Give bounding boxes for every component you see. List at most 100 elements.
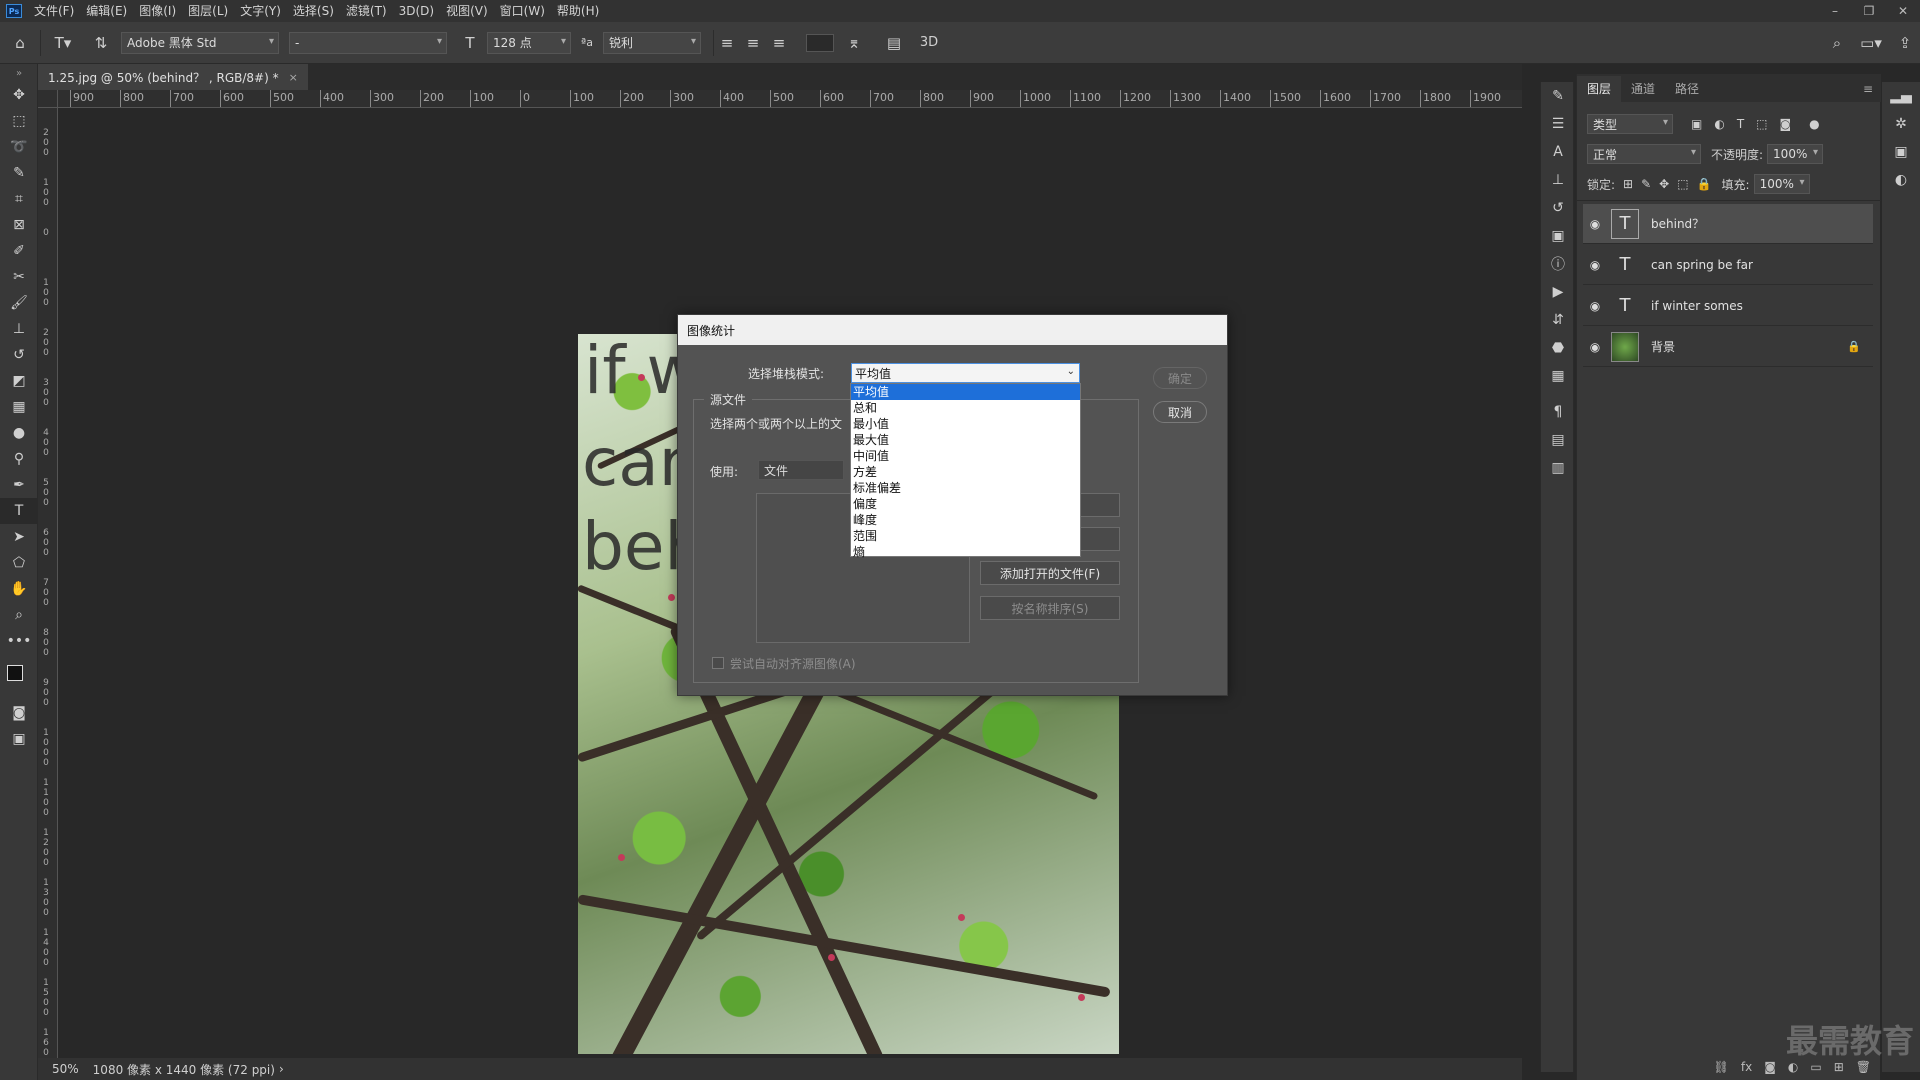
collapse-icon[interactable]: » — [0, 64, 38, 82]
dialog-title-bar[interactable]: 图像统计 — [678, 315, 1227, 345]
restore-button[interactable]: ❐ — [1852, 0, 1886, 22]
dropdown-option-kurtosis[interactable]: 峰度 — [851, 512, 1080, 528]
ok-button[interactable]: 确定 — [1153, 367, 1207, 389]
align-center-icon[interactable]: ≡ — [740, 34, 766, 52]
align-left-icon[interactable]: ≡ — [714, 34, 740, 52]
adjustments-icon[interactable]: ☰ — [1541, 110, 1575, 138]
hand-tool-icon[interactable]: ✋ — [0, 576, 38, 602]
delete-layer-icon[interactable]: 🗑 — [1856, 1060, 1871, 1074]
blend-mode-select[interactable]: 正常 ▾ — [1587, 144, 1701, 164]
new-group-icon[interactable]: ▭ — [1810, 1060, 1821, 1074]
color-swatches[interactable] — [0, 654, 38, 700]
histogram-icon[interactable]: ▂▄ — [1882, 82, 1920, 110]
3d-icon[interactable]: ⬣ — [1541, 334, 1575, 362]
layer-row[interactable]: ◉ 背景 🔒 — [1583, 327, 1873, 367]
quick-select-tool-icon[interactable]: ✎ — [0, 160, 38, 186]
visibility-eye-icon[interactable]: ◉ — [1583, 299, 1607, 313]
minimize-button[interactable]: – — [1818, 0, 1852, 22]
styles-icon[interactable]: ▣ — [1541, 222, 1575, 250]
history-icon[interactable]: ↺ — [1541, 194, 1575, 222]
dropdown-option-sum[interactable]: 总和 — [851, 400, 1080, 416]
move-tool-icon[interactable]: ✥ — [0, 82, 38, 108]
layer-row[interactable]: ◉ T behind？ — [1583, 204, 1873, 244]
tab-layers[interactable]: 图层 — [1577, 76, 1622, 102]
text-orientation-icon[interactable]: ⇅ — [85, 34, 117, 52]
quick-mask-icon[interactable]: ◙ — [0, 700, 38, 726]
visibility-eye-icon[interactable]: ◉ — [1583, 340, 1607, 354]
filter-smart-object-icon[interactable]: ◙ — [1780, 117, 1792, 131]
panel-menu-icon[interactable]: ≡ — [1855, 76, 1881, 102]
pen-tool-icon[interactable]: ✒ — [0, 472, 38, 498]
zoom-level[interactable]: 50% — [52, 1062, 79, 1076]
lock-all-icon[interactable]: 🔒 — [1697, 177, 1712, 191]
layer-row[interactable]: ◉ T can spring be far — [1583, 245, 1873, 285]
visibility-eye-icon[interactable]: ◉ — [1583, 217, 1607, 231]
dropdown-option-range[interactable]: 范围 — [851, 528, 1080, 544]
healing-tool-icon[interactable]: ✂ — [0, 264, 38, 290]
visibility-eye-icon[interactable]: ◉ — [1583, 258, 1607, 272]
menu-edit[interactable]: 编辑(E) — [80, 0, 133, 22]
filter-type-icon[interactable]: T — [1737, 117, 1744, 131]
search-icon[interactable]: ⌕ — [1822, 34, 1852, 52]
lock-artboard-icon[interactable]: ⬚ — [1677, 177, 1688, 191]
paragraph-icon[interactable]: ¶ — [1541, 398, 1575, 426]
link-layers-icon[interactable]: ⛓ — [1714, 1060, 1729, 1074]
type-tool-preset-icon[interactable]: T▾ — [41, 34, 85, 52]
document-tab[interactable]: 1.25.jpg @ 50% (behind？ , RGB/8#) * × — [38, 64, 308, 90]
marquee-tool-icon[interactable]: ⬚ — [0, 108, 38, 134]
brush-tool-icon[interactable]: 🖌 — [0, 290, 38, 316]
filter-adjustment-icon[interactable]: ◐ — [1714, 117, 1724, 131]
filter-pixel-icon[interactable]: ▣ — [1691, 117, 1702, 131]
color-icon[interactable]: ◐ — [1882, 166, 1920, 194]
share-icon[interactable]: ⇪ — [1890, 34, 1920, 52]
stack-mode-select[interactable]: 平均值 ⌄ — [851, 363, 1080, 383]
notes-icon[interactable]: ▥ — [1541, 454, 1575, 482]
navigator-icon[interactable]: ✲ — [1882, 110, 1920, 138]
dropdown-option-mean[interactable]: 平均值 — [851, 384, 1080, 400]
font-size-select[interactable]: 128 点 ▾ — [487, 31, 571, 54]
dodge-tool-icon[interactable]: ⚲ — [0, 446, 38, 472]
photoshop-logo[interactable]: Ps — [6, 4, 22, 18]
vertical-ruler[interactable]: 200 100 0 100 200 300 400 500 600 700 800 900 1000 11… — [38, 108, 58, 1068]
use-select[interactable]: 文件 — [758, 460, 844, 480]
menu-view[interactable]: 视图(V) — [440, 0, 494, 22]
layer-filter-select[interactable]: 类型 ▾ — [1587, 114, 1673, 134]
tab-paths[interactable]: 路径 — [1665, 76, 1709, 102]
dropdown-option-minimum[interactable]: 最小值 — [851, 416, 1080, 432]
zoom-tool-icon[interactable]: ⌕ — [0, 602, 38, 628]
path-select-tool-icon[interactable]: ➤ — [0, 524, 38, 550]
dropdown-option-maximum[interactable]: 最大值 — [851, 432, 1080, 448]
paragraph-styles-icon[interactable]: ▤ — [1541, 426, 1575, 454]
close-window-button[interactable]: ✕ — [1886, 0, 1920, 22]
3d-button[interactable]: 3D — [914, 35, 944, 50]
opacity-input[interactable]: 100% ▾ — [1767, 144, 1824, 164]
lock-pixels-icon[interactable]: ✎ — [1641, 177, 1651, 191]
more-tools-icon[interactable]: ••• — [0, 628, 38, 654]
dropdown-option-median[interactable]: 中间值 — [851, 448, 1080, 464]
ruler-origin[interactable] — [38, 90, 58, 108]
fill-input[interactable]: 100% ▾ — [1753, 174, 1810, 194]
lock-transparent-icon[interactable]: ⊞ — [1623, 177, 1633, 191]
libraries-icon[interactable]: ▣ — [1882, 138, 1920, 166]
menu-filter[interactable]: 滤镜(T) — [340, 0, 393, 22]
layer-row[interactable]: ◉ T if winter somes — [1583, 286, 1873, 326]
stamp-tool-icon[interactable]: ⊥ — [0, 316, 38, 342]
foreground-color[interactable] — [7, 665, 23, 681]
align-right-icon[interactable]: ≡ — [766, 34, 792, 52]
swatches-icon[interactable]: ⇵ — [1541, 306, 1575, 334]
crop-tool-icon[interactable]: ⌗ — [0, 186, 38, 212]
menu-layer[interactable]: 图层(L) — [182, 0, 234, 22]
adjustment-layer-icon[interactable]: ◐ — [1788, 1060, 1798, 1074]
dropdown-option-skewness[interactable]: 偏度 — [851, 496, 1080, 512]
menu-3d[interactable]: 3D(D) — [393, 0, 440, 22]
horizontal-ruler[interactable]: 900 800 700 600 500 400 300 200 100 0 100 200 300 400… — [58, 90, 1522, 108]
layer-style-icon[interactable]: fx — [1741, 1060, 1752, 1074]
warp-text-icon[interactable]: ⌆ — [834, 34, 874, 52]
blur-tool-icon[interactable]: ● — [0, 420, 38, 446]
history-brush-icon[interactable]: ↺ — [0, 342, 38, 368]
brush-settings-icon[interactable]: ✎ — [1541, 82, 1575, 110]
lock-position-icon[interactable]: ✥ — [1659, 177, 1669, 191]
tab-channels[interactable]: 通道 — [1621, 76, 1665, 102]
dropdown-option-entropy[interactable]: 熵 — [851, 544, 1080, 560]
gradient-tool-icon[interactable]: ▦ — [0, 394, 38, 420]
